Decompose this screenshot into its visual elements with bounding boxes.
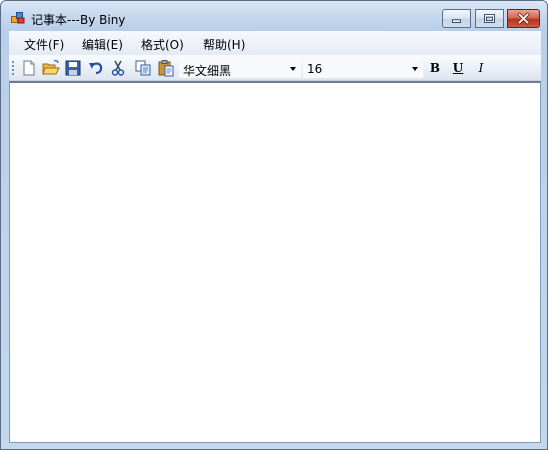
bold-button[interactable]: B [426, 60, 444, 76]
client-area: 文件(F) 编辑(E) 格式(O) 帮助(H) 华文细黑 16 B U I [9, 31, 541, 443]
toolbar: 华文细黑 16 B U I [9, 55, 541, 81]
save-button[interactable] [64, 59, 82, 77]
chevron-down-icon [290, 67, 296, 71]
minimize-button[interactable] [442, 9, 471, 28]
font-size-select[interactable]: 16 [303, 58, 423, 78]
copy-button[interactable] [134, 59, 152, 77]
chevron-down-icon [412, 67, 418, 71]
cut-icon [111, 60, 125, 76]
copy-icon [135, 60, 151, 76]
paste-button[interactable] [157, 59, 175, 77]
menu-help[interactable]: 帮助(H) [203, 36, 245, 53]
italic-button[interactable]: I [472, 60, 490, 76]
save-icon [65, 60, 81, 76]
menu-file[interactable]: 文件(F) [24, 36, 64, 53]
undo-icon [89, 62, 103, 75]
open-file-button[interactable] [42, 59, 60, 77]
text-editor-area[interactable] [9, 81, 541, 443]
open-folder-icon [42, 59, 60, 75]
new-file-icon [23, 60, 35, 76]
font-family-value: 华文细黑 [183, 64, 232, 78]
menu-bar: 文件(F) 编辑(E) 格式(O) 帮助(H) [9, 31, 541, 55]
cut-button[interactable] [109, 59, 127, 77]
undo-button[interactable] [87, 59, 105, 77]
font-family-select[interactable]: 华文细黑 [179, 58, 301, 78]
menu-edit[interactable]: 编辑(E) [82, 36, 123, 53]
app-icon [11, 11, 25, 24]
paste-icon [158, 60, 174, 77]
toolbar-grip[interactable] [12, 60, 15, 76]
close-icon [517, 12, 530, 25]
menu-format[interactable]: 格式(O) [141, 36, 184, 53]
maximize-button[interactable] [475, 9, 504, 28]
app-window: 记事本---By Biny 文件(F) 编辑(E) 格式(O) 帮助(H) 华文… [0, 0, 548, 450]
minimize-icon [452, 19, 461, 23]
new-file-button[interactable] [20, 59, 38, 77]
underline-button[interactable]: U [449, 60, 467, 76]
text-editor-input[interactable] [10, 83, 540, 442]
font-size-value: 16 [307, 62, 323, 76]
maximize-icon [484, 14, 495, 23]
close-button[interactable] [507, 9, 540, 28]
window-title: 记事本---By Biny [31, 13, 126, 27]
title-bar[interactable]: 记事本---By Biny [1, 1, 547, 31]
